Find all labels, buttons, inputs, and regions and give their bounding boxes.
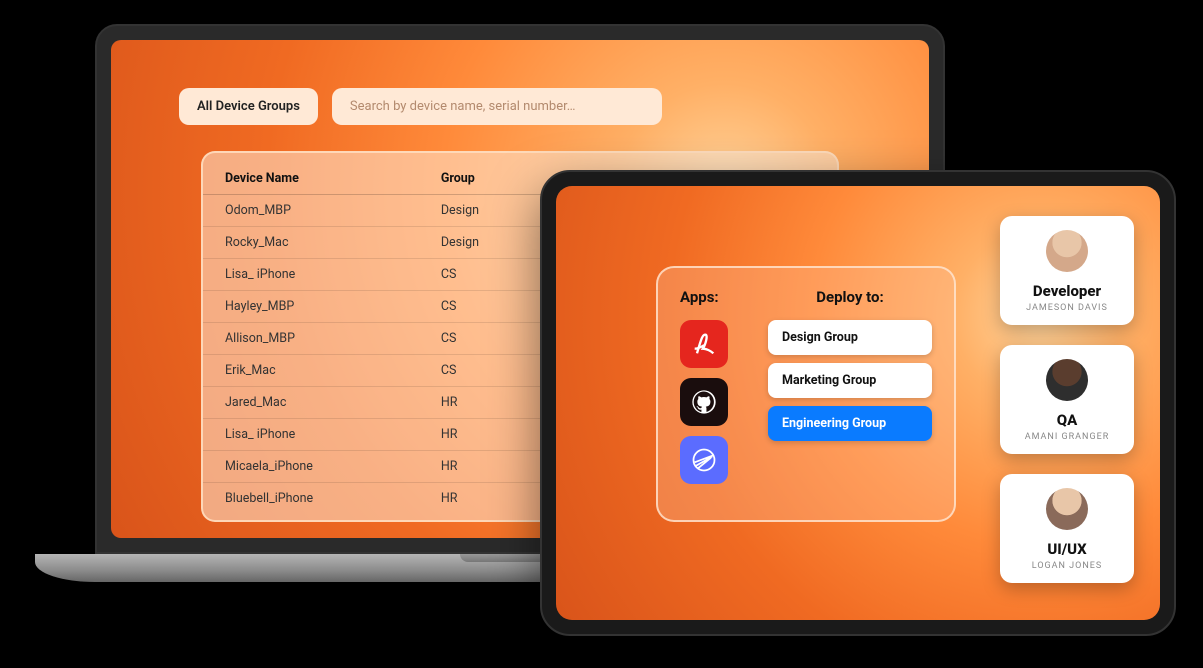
tablet-desktop: Apps: Deploy to: Design Group Marketing G… <box>556 186 1160 620</box>
deploy-column: Deploy to: Design Group Marketing Group En… <box>768 288 932 494</box>
user-role: UI/UX <box>1047 540 1086 558</box>
col-device-name[interactable]: Device Name <box>225 171 441 186</box>
user-card[interactable]: QA AMANI GRANGER <box>1000 345 1134 454</box>
cell-name: Jared_Mac <box>225 395 441 410</box>
filter-bar: All Device Groups Search by device name,… <box>179 88 889 125</box>
user-name: AMANI GRANGER <box>1025 432 1110 442</box>
avatar <box>1046 230 1088 272</box>
cell-name: Allison_MBP <box>225 331 441 346</box>
device-groups-dropdown[interactable]: All Device Groups <box>179 88 318 125</box>
user-role: QA <box>1057 411 1078 429</box>
tablet-frame: Apps: Deploy to: Design Group Marketing G… <box>540 170 1176 636</box>
apps-column: Apps: <box>680 288 750 494</box>
apps-deploy-panel: Apps: Deploy to: Design Group Marketing G… <box>656 266 956 522</box>
cell-name: Hayley_MBP <box>225 299 441 314</box>
cell-name: Rocky_Mac <box>225 235 441 250</box>
deploy-group-button[interactable]: Engineering Group <box>768 406 932 441</box>
user-card[interactable]: Developer JAMESON DAVIS <box>1000 216 1134 325</box>
cell-name: Lisa_ iPhone <box>225 427 441 442</box>
user-name: LOGAN JONES <box>1032 561 1102 571</box>
cell-name: Micaela_iPhone <box>225 459 441 474</box>
user-cards: Developer JAMESON DAVIS QA AMANI GRANGER UI/… <box>1000 216 1134 583</box>
user-card[interactable]: UI/UX LOGAN JONES <box>1000 474 1134 583</box>
deploy-group-button[interactable]: Design Group <box>768 320 932 355</box>
search-input[interactable]: Search by device name, serial number… <box>332 88 662 125</box>
avatar <box>1046 359 1088 401</box>
user-name: JAMESON DAVIS <box>1026 303 1108 313</box>
deploy-group-button[interactable]: Marketing Group <box>768 363 932 398</box>
deploy-heading: Deploy to: <box>768 288 932 306</box>
user-role: Developer <box>1033 282 1101 300</box>
linear-icon[interactable] <box>680 436 728 484</box>
cell-name: Odom_MBP <box>225 203 441 218</box>
acrobat-icon[interactable] <box>680 320 728 368</box>
github-icon[interactable] <box>680 378 728 426</box>
cell-name: Lisa_ iPhone <box>225 267 441 282</box>
avatar <box>1046 488 1088 530</box>
apps-heading: Apps: <box>680 288 719 306</box>
cell-name: Erik_Mac <box>225 363 441 378</box>
cell-name: Bluebell_iPhone <box>225 491 441 506</box>
